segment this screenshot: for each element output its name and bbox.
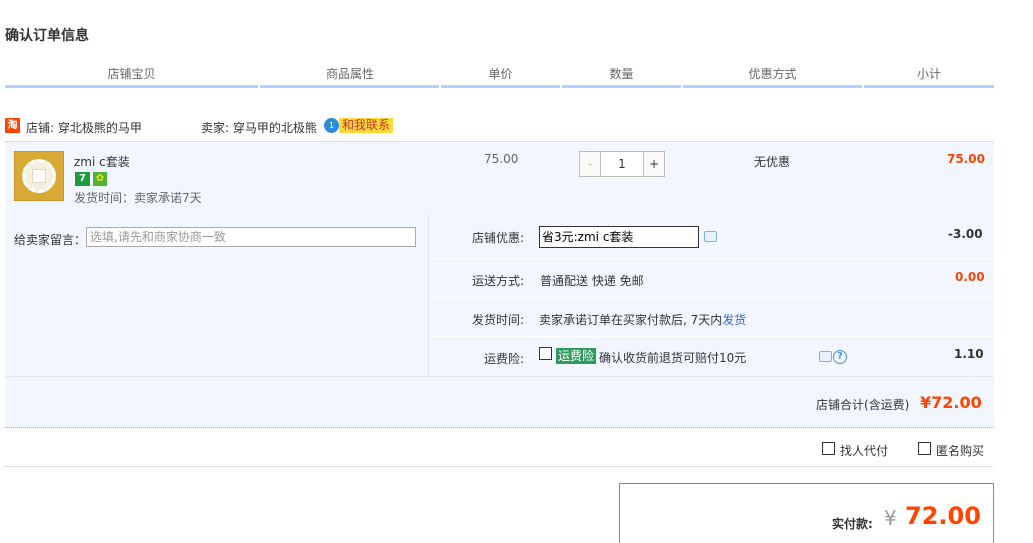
shop-discount-amount: -3.00 bbox=[948, 227, 983, 241]
page-title: 确认订单信息 bbox=[5, 28, 89, 44]
seven-day-return-icon[interactable]: 7 bbox=[75, 172, 90, 186]
quantity-increase-button[interactable]: + bbox=[643, 152, 664, 176]
currency-symbol: ¥ bbox=[884, 506, 897, 530]
quantity-decrease-button[interactable]: - bbox=[580, 152, 601, 176]
seller-name[interactable]: 卖家: 穿马甲的北极熊 bbox=[201, 119, 317, 136]
delivery-time-text: 卖家承诺订单在买家付款后, 7天内发货 bbox=[539, 311, 746, 328]
delivery-time-label: 发货时间: bbox=[471, 313, 524, 327]
actual-payment-amount: 72.00 bbox=[905, 502, 981, 530]
shop-discount-select[interactable]: 省3元:zmi c套装 bbox=[539, 226, 699, 248]
shipping-fee: 0.00 bbox=[955, 270, 985, 284]
guarantee-badge-icon[interactable]: ✿ bbox=[93, 172, 107, 186]
shop-discount-label: 店铺优惠: bbox=[471, 231, 524, 245]
row-divider bbox=[430, 258, 994, 259]
row-divider bbox=[430, 336, 994, 337]
wangwang-chat-icon[interactable]: 1 bbox=[324, 118, 339, 133]
item-ship-time: 发货时间：卖家承诺7天 bbox=[74, 191, 202, 205]
contact-seller-button[interactable]: 和我联系 bbox=[339, 118, 394, 133]
col-header-unit-price: 单价 bbox=[488, 67, 513, 81]
item-subtotal: 75.00 bbox=[947, 152, 985, 166]
shipping-insurance-amount: 1.10 bbox=[954, 347, 984, 361]
shipping-method-value: 普通配送 快递 免邮 bbox=[540, 274, 644, 288]
help-icon[interactable]: ? bbox=[833, 350, 847, 364]
section-divider bbox=[5, 466, 994, 467]
item-name-link[interactable]: zmi c套装 bbox=[74, 153, 130, 170]
delivery-time-desc: 卖家承诺订单在买家付款后, 7天内 bbox=[539, 313, 723, 327]
shipping-insurance-desc: 确认收货前退货可赔付10元 bbox=[599, 351, 747, 365]
product-image-center bbox=[32, 169, 46, 183]
quantity-input[interactable] bbox=[601, 152, 643, 176]
col-header-quantity: 数量 bbox=[609, 67, 634, 81]
shipping-insurance-tag: 运费险 bbox=[556, 348, 597, 364]
col-header-discount: 优惠方式 bbox=[748, 67, 797, 81]
chat-bubble-icon[interactable] bbox=[819, 351, 832, 362]
unit-price: 75.00 bbox=[484, 152, 519, 166]
chat-bubble-icon[interactable] bbox=[704, 231, 717, 242]
message-to-seller-label: 给卖家留言： bbox=[14, 233, 87, 247]
header-separator bbox=[862, 85, 864, 88]
message-to-seller-input[interactable] bbox=[86, 227, 416, 247]
proxy-pay-checkbox[interactable] bbox=[822, 442, 835, 455]
anonymous-purchase-label[interactable]: 匿名购买 bbox=[936, 442, 984, 459]
proxy-pay-label[interactable]: 找人代付 bbox=[840, 442, 888, 459]
col-header-subtotal: 小计 bbox=[916, 67, 941, 81]
header-separator bbox=[681, 85, 683, 88]
header-underline bbox=[5, 85, 994, 88]
col-header-attributes: 商品属性 bbox=[325, 67, 374, 81]
anonymous-purchase-checkbox[interactable] bbox=[918, 442, 931, 455]
row-divider bbox=[430, 297, 994, 298]
header-separator bbox=[258, 85, 260, 88]
col-header-shop-item: 店铺宝贝 bbox=[107, 67, 156, 81]
actual-payment-label: 实付款: bbox=[832, 517, 873, 531]
item-discount: 无优惠 bbox=[754, 155, 791, 169]
delivery-link[interactable]: 发货 bbox=[722, 313, 746, 327]
shipping-method-label: 运送方式: bbox=[471, 274, 524, 288]
shipping-insurance-label: 运费险: bbox=[483, 352, 524, 366]
shipping-insurance-checkbox[interactable] bbox=[539, 347, 552, 360]
item-thumbnail[interactable] bbox=[14, 151, 64, 201]
taobao-shop-icon: 淘 bbox=[5, 118, 20, 133]
header-separator bbox=[560, 85, 562, 88]
shop-total-label: 店铺合计(含运费) bbox=[816, 398, 910, 412]
header-separator bbox=[439, 85, 441, 88]
shop-name[interactable]: 店铺: 穿北极熊的马甲 bbox=[26, 119, 142, 136]
shop-total-amount: ¥72.00 bbox=[920, 393, 982, 412]
